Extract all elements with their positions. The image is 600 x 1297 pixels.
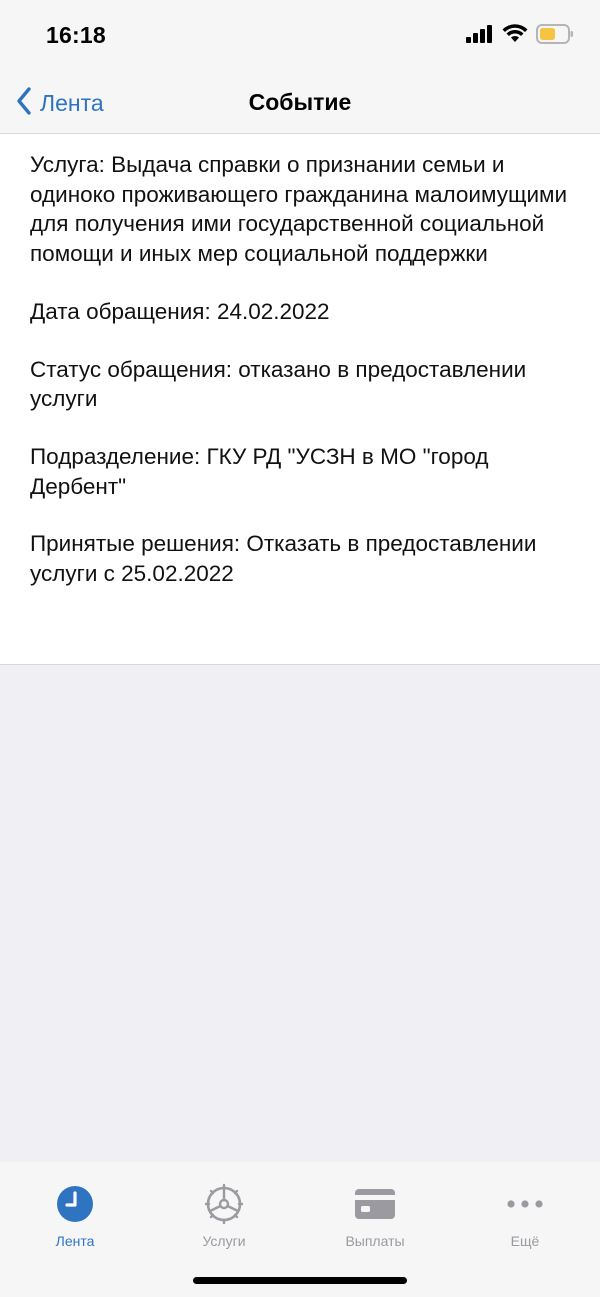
page-title: Событие bbox=[248, 89, 352, 115]
card-icon bbox=[353, 1182, 397, 1226]
department-field: Подразделение: ГКУ РД "УСЗН в МО "город … bbox=[30, 443, 489, 499]
tab-label: Услуги bbox=[202, 1233, 246, 1249]
event-details: Услуга: Выдача справки о признании семьи… bbox=[0, 134, 600, 665]
home-indicator[interactable] bbox=[193, 1277, 407, 1284]
more-icon bbox=[503, 1182, 547, 1226]
status-time: 16:18 bbox=[46, 22, 106, 48]
battery-icon bbox=[536, 23, 574, 49]
decision-field: Принятые решения: Отказать в предоставле… bbox=[30, 531, 537, 587]
nav-bar: Лента Событие bbox=[0, 72, 600, 134]
screen: 16:18 Лента Событие Услуга: Выдача справ… bbox=[0, 0, 600, 1297]
tab-feed[interactable]: Лента bbox=[15, 1182, 135, 1249]
status-icons bbox=[466, 23, 574, 49]
clock-icon bbox=[53, 1182, 97, 1226]
wifi-icon bbox=[502, 24, 528, 48]
status-bar: 16:18 bbox=[0, 0, 600, 72]
service-field: Услуга: Выдача справки о признании семьи… bbox=[30, 152, 568, 267]
signal-icon bbox=[466, 24, 494, 48]
tab-label: Ещё bbox=[510, 1233, 540, 1249]
tab-services[interactable]: Услуги bbox=[164, 1182, 284, 1249]
tab-more[interactable]: Ещё bbox=[465, 1182, 585, 1249]
tab-label: Выплаты bbox=[345, 1233, 405, 1249]
tab-payments[interactable]: Выплаты bbox=[315, 1182, 435, 1249]
request-date-field: Дата обращения: 24.02.2022 bbox=[30, 298, 330, 324]
steering-wheel-icon bbox=[202, 1182, 246, 1226]
request-status-field: Статус обращения: отказано в предоставле… bbox=[30, 356, 527, 412]
tab-label: Лента bbox=[55, 1233, 95, 1249]
